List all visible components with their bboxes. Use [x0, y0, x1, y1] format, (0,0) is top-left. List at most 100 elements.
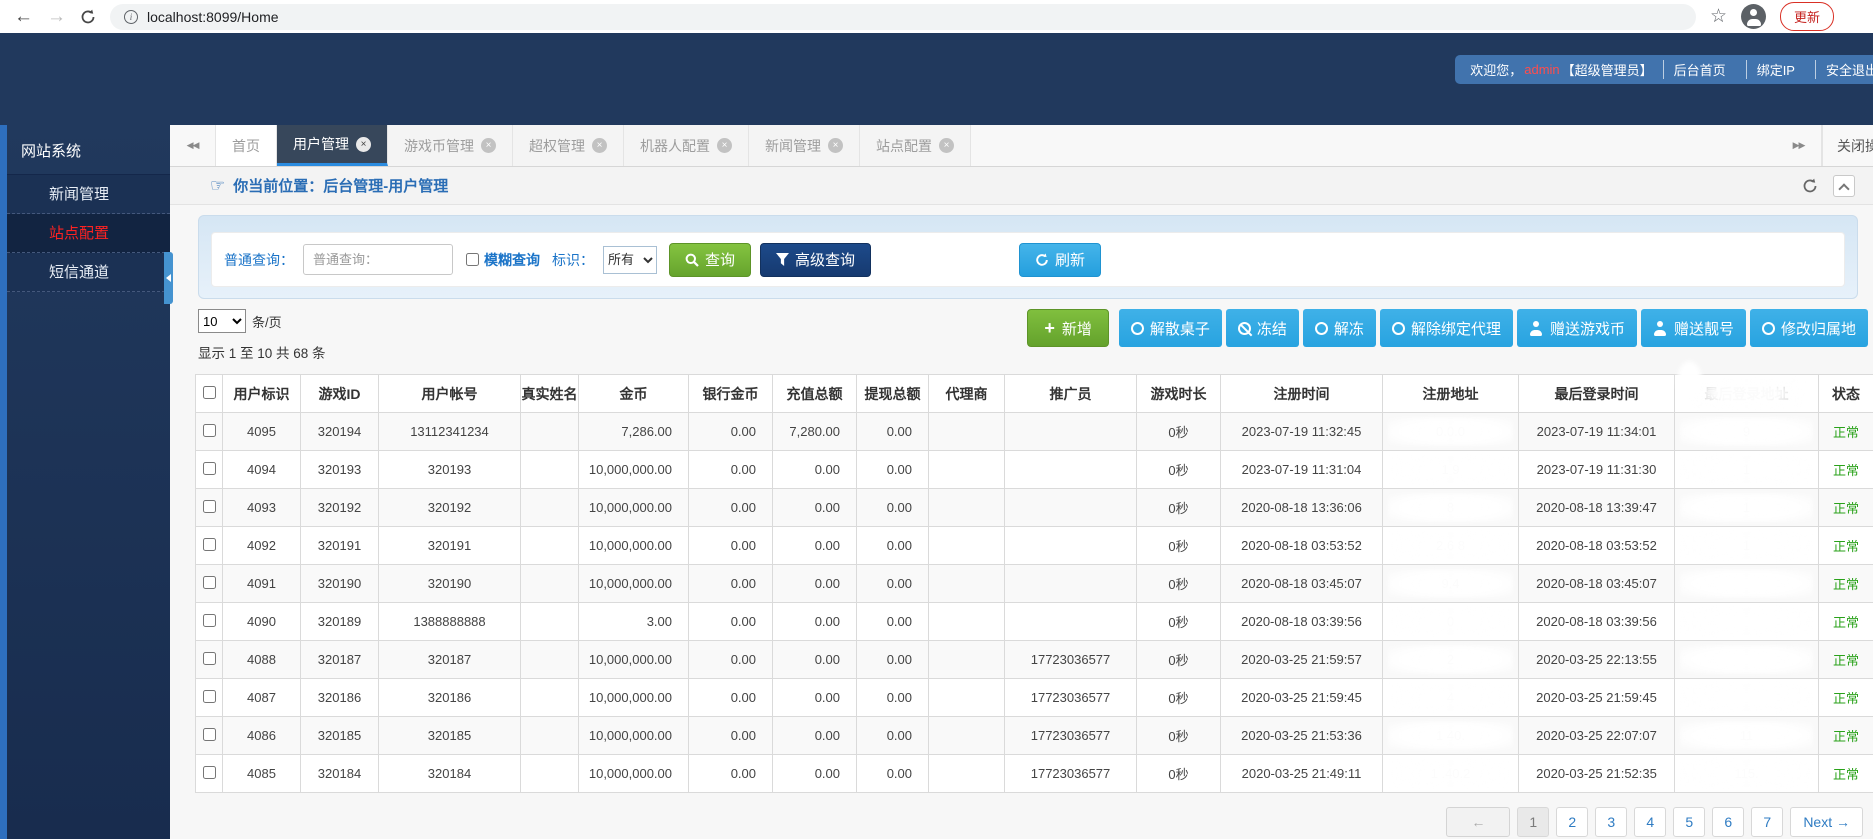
- page-button[interactable]: 6: [1712, 807, 1745, 837]
- column-header[interactable]: 银行金币: [688, 374, 773, 413]
- tab-close-icon[interactable]: ×: [939, 138, 954, 153]
- cell-real-name: [520, 526, 579, 565]
- url-bar[interactable]: i localhost:8099/Home: [110, 3, 1696, 30]
- fuzzy-checkbox[interactable]: [466, 253, 479, 266]
- tab[interactable]: 超权管理 ×: [513, 125, 624, 166]
- pagination: ← 1234567 Next →: [170, 807, 1863, 837]
- action-button[interactable]: 解散桌子: [1118, 309, 1222, 347]
- tab-close-icon[interactable]: ×: [356, 136, 371, 152]
- sidebar-item[interactable]: 短信通道: [7, 253, 170, 292]
- refresh-page-icon[interactable]: [1802, 178, 1818, 194]
- flag-select[interactable]: 所有: [603, 245, 657, 274]
- row-checkbox-cell: [195, 564, 223, 603]
- page-button[interactable]: 5: [1673, 807, 1706, 837]
- row-checkbox[interactable]: [202, 765, 216, 779]
- close-operations-button[interactable]: 关闭操作: [1822, 125, 1873, 166]
- add-button[interactable]: + 新增: [1027, 309, 1109, 347]
- action-button[interactable]: 解除绑定代理: [1379, 309, 1513, 347]
- sidebar-collapse-handle[interactable]: [164, 252, 173, 304]
- advanced-search-button[interactable]: 高级查询: [760, 242, 872, 277]
- url-text[interactable]: localhost:8099/Home: [147, 9, 279, 25]
- action-button[interactable]: 解冻: [1302, 309, 1376, 347]
- cell-promoter: [1004, 412, 1137, 451]
- column-header[interactable]: 游戏ID: [300, 374, 379, 413]
- select-all-checkbox[interactable]: [202, 385, 216, 399]
- page-button[interactable]: 3: [1595, 807, 1628, 837]
- tab[interactable]: 机器人配置 ×: [624, 125, 749, 166]
- tab[interactable]: 站点配置 ×: [860, 125, 971, 166]
- tabs-list: 首页 用户管理 × 游戏币管理 × 超权管理 × 机器人配置 × 新闻管理 × …: [216, 125, 971, 166]
- prev-page-button[interactable]: ←: [1446, 807, 1511, 837]
- welcome-text: 欢迎您，: [1470, 63, 1523, 78]
- tab[interactable]: 用户管理 ×: [277, 125, 388, 166]
- row-checkbox[interactable]: [202, 651, 216, 665]
- column-header[interactable]: 代理商: [928, 374, 1005, 413]
- back-icon[interactable]: ←: [14, 7, 33, 26]
- row-checkbox[interactable]: [202, 499, 216, 513]
- column-header[interactable]: 注册地址: [1382, 374, 1519, 413]
- reload-icon[interactable]: [80, 9, 96, 25]
- tab[interactable]: 首页: [216, 125, 277, 166]
- row-checkbox[interactable]: [202, 575, 216, 589]
- header-link[interactable]: 后台首页: [1662, 60, 1736, 79]
- tab-close-icon[interactable]: ×: [481, 138, 496, 153]
- action-button[interactable]: 修改归属地: [1749, 309, 1868, 347]
- page-button[interactable]: 2: [1556, 807, 1589, 837]
- tab-close-icon[interactable]: ×: [828, 138, 843, 153]
- row-checkbox-cell: [195, 412, 223, 451]
- column-header[interactable]: 最后登录时间: [1518, 374, 1675, 413]
- row-checkbox[interactable]: [202, 613, 216, 627]
- query-input[interactable]: [303, 244, 453, 275]
- column-header[interactable]: 提现总额: [856, 374, 929, 413]
- sidebar-item[interactable]: 站点配置: [7, 214, 170, 253]
- sidebar-item[interactable]: 新闻管理: [7, 175, 170, 214]
- row-checkbox[interactable]: [202, 537, 216, 551]
- username: admin: [1524, 62, 1560, 77]
- column-header[interactable]: 真实姓名: [520, 374, 579, 413]
- cell-user-id: 4095: [222, 412, 301, 451]
- row-checkbox[interactable]: [202, 461, 216, 475]
- action-button[interactable]: 赠送靓号: [1640, 309, 1746, 347]
- info-icon[interactable]: i: [124, 9, 138, 24]
- tab-close-icon[interactable]: ×: [592, 138, 607, 153]
- refresh-button[interactable]: 刷新: [1019, 242, 1102, 277]
- page-button[interactable]: 7: [1751, 807, 1784, 837]
- tabs-scroll-right-button[interactable]: ▶▶: [1776, 125, 1822, 166]
- action-button[interactable]: 冻结: [1225, 309, 1299, 347]
- column-header[interactable]: 注册时间: [1220, 374, 1383, 413]
- tab[interactable]: 新闻管理 ×: [749, 125, 860, 166]
- column-header[interactable]: 游戏时长: [1136, 374, 1221, 413]
- status-badge: 正常: [1818, 602, 1873, 641]
- column-header[interactable]: 用户帐号: [378, 374, 521, 413]
- browser-avatar[interactable]: [1741, 4, 1767, 29]
- cell-register-address: 4: [1382, 678, 1519, 717]
- forward-icon[interactable]: →: [47, 7, 66, 26]
- cell-game-id: 320191: [300, 526, 379, 565]
- collapse-panel-button[interactable]: [1833, 174, 1855, 197]
- column-header[interactable]: 金币: [578, 374, 689, 413]
- column-header[interactable]: 推广员: [1004, 374, 1137, 413]
- update-button[interactable]: 更新: [1780, 2, 1835, 31]
- cell-recharge-total: 0.00: [772, 716, 857, 755]
- page-button[interactable]: 4: [1634, 807, 1667, 837]
- row-checkbox[interactable]: [202, 689, 216, 703]
- row-checkbox[interactable]: [202, 727, 216, 741]
- page-button[interactable]: 1: [1517, 807, 1550, 837]
- tab[interactable]: 游戏币管理 ×: [388, 125, 513, 166]
- bookmark-star-icon[interactable]: ☆: [1710, 5, 1727, 28]
- table-toolbar: 10 条/页 显示 1 至 10 共 68 条 + 新增 解散桌子 冻结 解冻 …: [198, 309, 1868, 362]
- cell-promoter: [1004, 564, 1137, 603]
- column-header[interactable]: 充值总额: [772, 374, 857, 413]
- next-page-button[interactable]: Next →: [1790, 807, 1863, 837]
- column-header[interactable]: 用户标识: [222, 374, 301, 413]
- tab-close-icon[interactable]: ×: [717, 138, 732, 153]
- tabs-scroll-left-button[interactable]: ◀◀: [170, 125, 216, 166]
- row-checkbox[interactable]: [202, 423, 216, 437]
- header-link[interactable]: 安全退出: [1814, 60, 1873, 79]
- search-button[interactable]: 查询: [669, 242, 752, 277]
- cell-register-time: 2020-08-18 03:53:52: [1220, 526, 1383, 565]
- header-link[interactable]: 绑定IP: [1745, 60, 1805, 79]
- action-button[interactable]: 赠送游戏币: [1516, 309, 1637, 347]
- column-header[interactable]: 状态: [1818, 374, 1873, 413]
- page-size-select[interactable]: 10: [198, 309, 246, 333]
